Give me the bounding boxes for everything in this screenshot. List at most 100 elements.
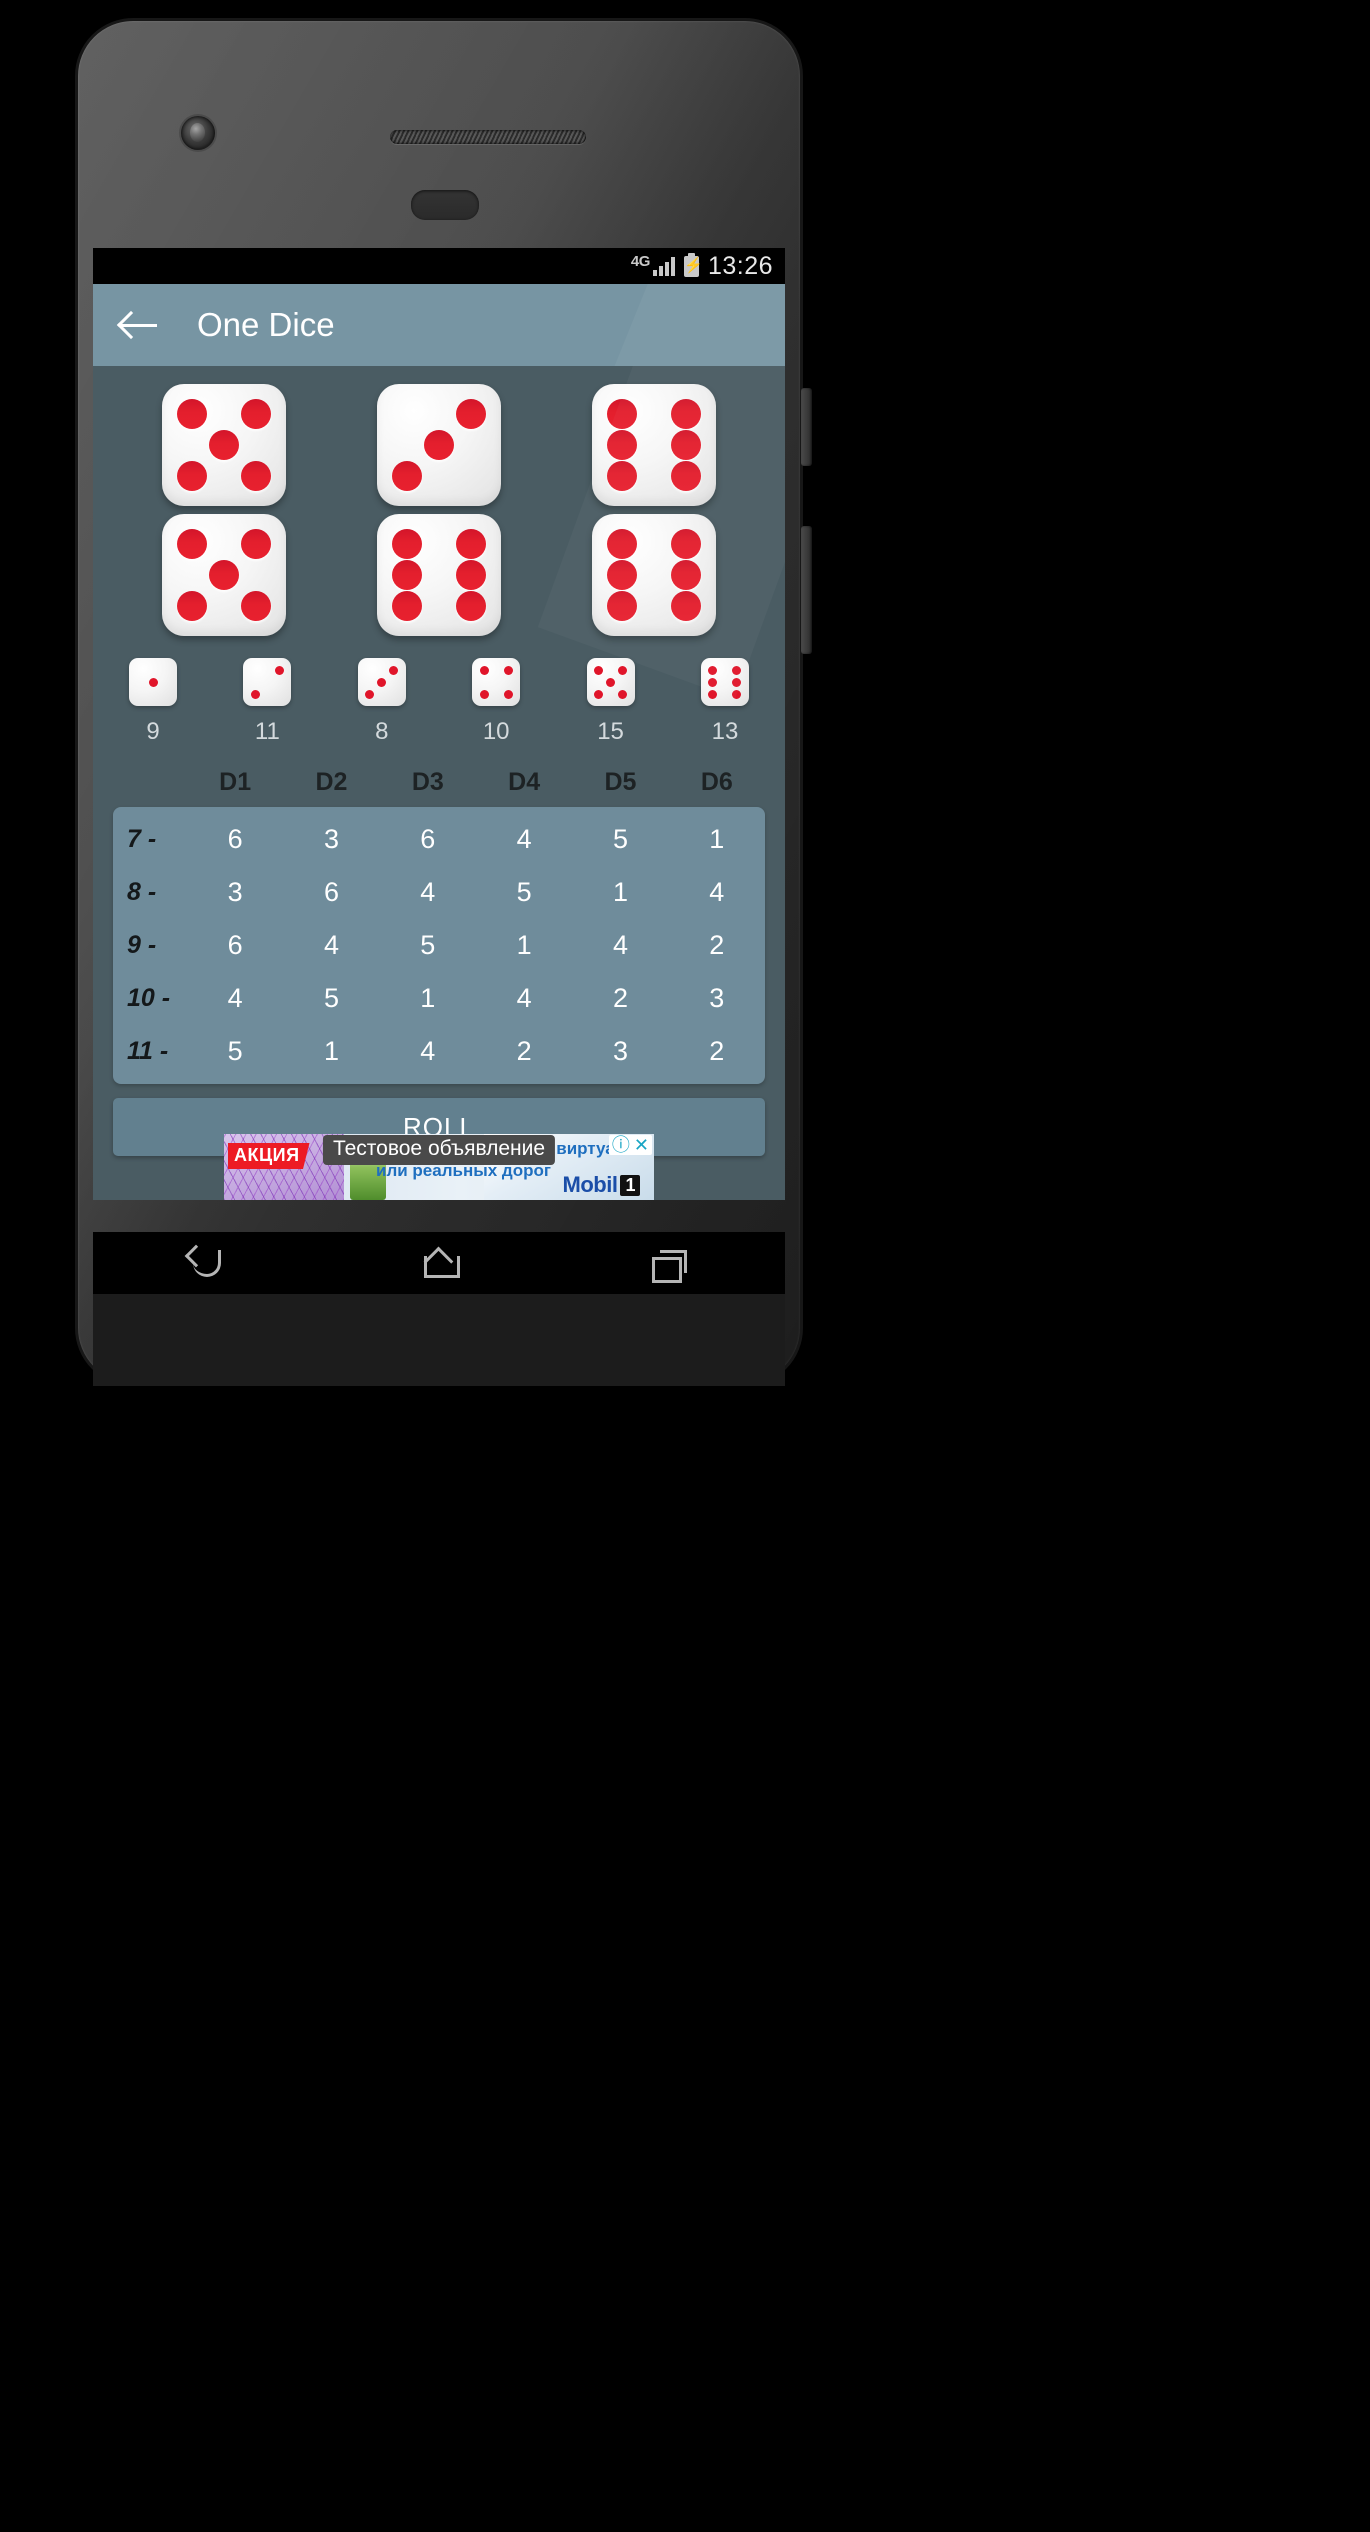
table-cell: 3 [612, 1036, 628, 1066]
table-header-row: D1 D2 D3 D4 D5 D6 [113, 758, 765, 807]
die-pip-empty [364, 676, 376, 688]
big-die-1[interactable] [161, 384, 286, 506]
table-column-header-D2: D2 [315, 768, 348, 796]
table-row-label: 11 - [127, 1037, 169, 1065]
table-cell: 6 [323, 877, 339, 907]
small-die-face-6 [700, 658, 749, 706]
close-icon[interactable]: ✕ [634, 1136, 649, 1154]
phone-bottom-chin [93, 1294, 785, 1386]
die-pip [594, 689, 604, 699]
face-count-value: 10 [482, 718, 510, 745]
small-die-face-1 [129, 658, 177, 706]
die-pip-empty [249, 676, 261, 688]
die-pip [671, 528, 702, 559]
die-pip [240, 461, 271, 492]
die-pip-empty [147, 688, 159, 700]
earpiece-speaker [390, 130, 586, 144]
table-cell: 1 [709, 824, 725, 854]
die-pip-empty [388, 676, 400, 688]
die-pip [391, 559, 422, 590]
die-pip-empty [502, 676, 514, 688]
ad-badge: АКЦИЯ [228, 1143, 310, 1169]
die-pip-empty [240, 429, 272, 460]
big-die-3[interactable] [592, 384, 717, 506]
die-pip-empty [135, 688, 147, 700]
die-pip [240, 591, 271, 622]
die-pip [423, 429, 454, 460]
die-pip-empty [490, 688, 502, 700]
table-cell: 4 [516, 824, 532, 854]
main-content: 9 11 8 10 15 13 D1 D2 D3 D4 D5 D6 7 -6364518 -3645… [93, 366, 785, 1200]
battery-charging-icon [683, 252, 699, 277]
die-pip-empty [208, 398, 240, 429]
table-cell: 4 [709, 877, 725, 907]
die-pip-empty [376, 688, 388, 700]
die-pip-empty [208, 528, 240, 559]
table-header-spacer [113, 768, 187, 797]
nav-recents-icon[interactable] [646, 1245, 694, 1283]
die-pip [503, 689, 513, 699]
die-pip [671, 429, 702, 460]
big-die-2[interactable] [376, 384, 501, 506]
die-pip [389, 665, 399, 675]
table-cell: 1 [612, 877, 628, 907]
die-pip [607, 559, 638, 590]
face-count-value: 9 [146, 718, 160, 745]
die-pip-empty [490, 676, 502, 688]
phone-screen: 4G 13:26 One Dice 9118101513 D1D2D3D4D5D… [93, 248, 785, 1200]
phone-device: 4G 13:26 One Dice 9118101513 D1D2D3D4D5D… [75, 18, 812, 1386]
die-pip [671, 398, 702, 429]
die-pip [250, 689, 260, 699]
die-pip [391, 591, 422, 622]
table-cell: 3 [323, 824, 339, 854]
big-die-6[interactable] [592, 514, 717, 636]
table-row-label: 10 - [127, 984, 171, 1012]
face-count-row: 9 11 8 10 15 13 [93, 644, 785, 746]
table-cell: 1 [420, 983, 436, 1013]
table-cell: 1 [516, 930, 532, 960]
die-pip-empty [135, 664, 147, 676]
die-pip-empty [135, 676, 147, 688]
die-pip-empty [388, 688, 400, 700]
ad-controls[interactable]: ⓘ ✕ [608, 1135, 652, 1155]
die-pip [240, 398, 271, 429]
face-count-cell-4: 10 [460, 658, 532, 746]
big-die-5[interactable] [376, 514, 501, 636]
die-pip [148, 677, 158, 687]
back-arrow-icon[interactable] [119, 308, 159, 342]
die-pip-empty [391, 398, 423, 429]
small-die-face-2 [243, 658, 292, 706]
table-cell: 5 [323, 983, 339, 1013]
power-button[interactable] [801, 388, 812, 466]
die-pip-empty [273, 688, 285, 700]
die-pip [240, 528, 271, 559]
big-die-4[interactable] [161, 514, 286, 636]
volume-button[interactable] [801, 526, 812, 654]
table-cell: 2 [612, 983, 628, 1013]
die-pip [365, 689, 375, 699]
die-pip [503, 665, 513, 675]
nav-back-icon[interactable] [184, 1245, 232, 1281]
table-column-header-D5: D5 [604, 768, 637, 796]
die-pip [208, 429, 239, 460]
die-pip [391, 461, 422, 492]
die-pip-empty [261, 688, 273, 700]
die-pip-empty [208, 591, 240, 622]
app-bar: One Dice [93, 284, 785, 366]
die-pip [732, 689, 742, 699]
info-icon[interactable]: ⓘ [612, 1136, 630, 1154]
die-pip [176, 528, 207, 559]
table-column-header-D6: D6 [700, 768, 733, 796]
die-pip-empty [423, 591, 455, 622]
die-pip-empty [638, 461, 670, 492]
die-pip [594, 665, 604, 675]
table-row-label: 8 - [127, 878, 157, 906]
signal-bars-icon [652, 256, 675, 276]
ad-brand-name: Mobil [562, 1172, 618, 1197]
small-die-face-5 [586, 658, 635, 706]
table-cell: 4 [323, 930, 339, 960]
die-pip-empty [638, 528, 670, 559]
nav-home-icon[interactable] [415, 1245, 463, 1281]
ad-banner[interactable]: АКЦИЯ виртуаль или реальных дорог Mobil … [224, 1134, 654, 1200]
die-pip [708, 665, 718, 675]
